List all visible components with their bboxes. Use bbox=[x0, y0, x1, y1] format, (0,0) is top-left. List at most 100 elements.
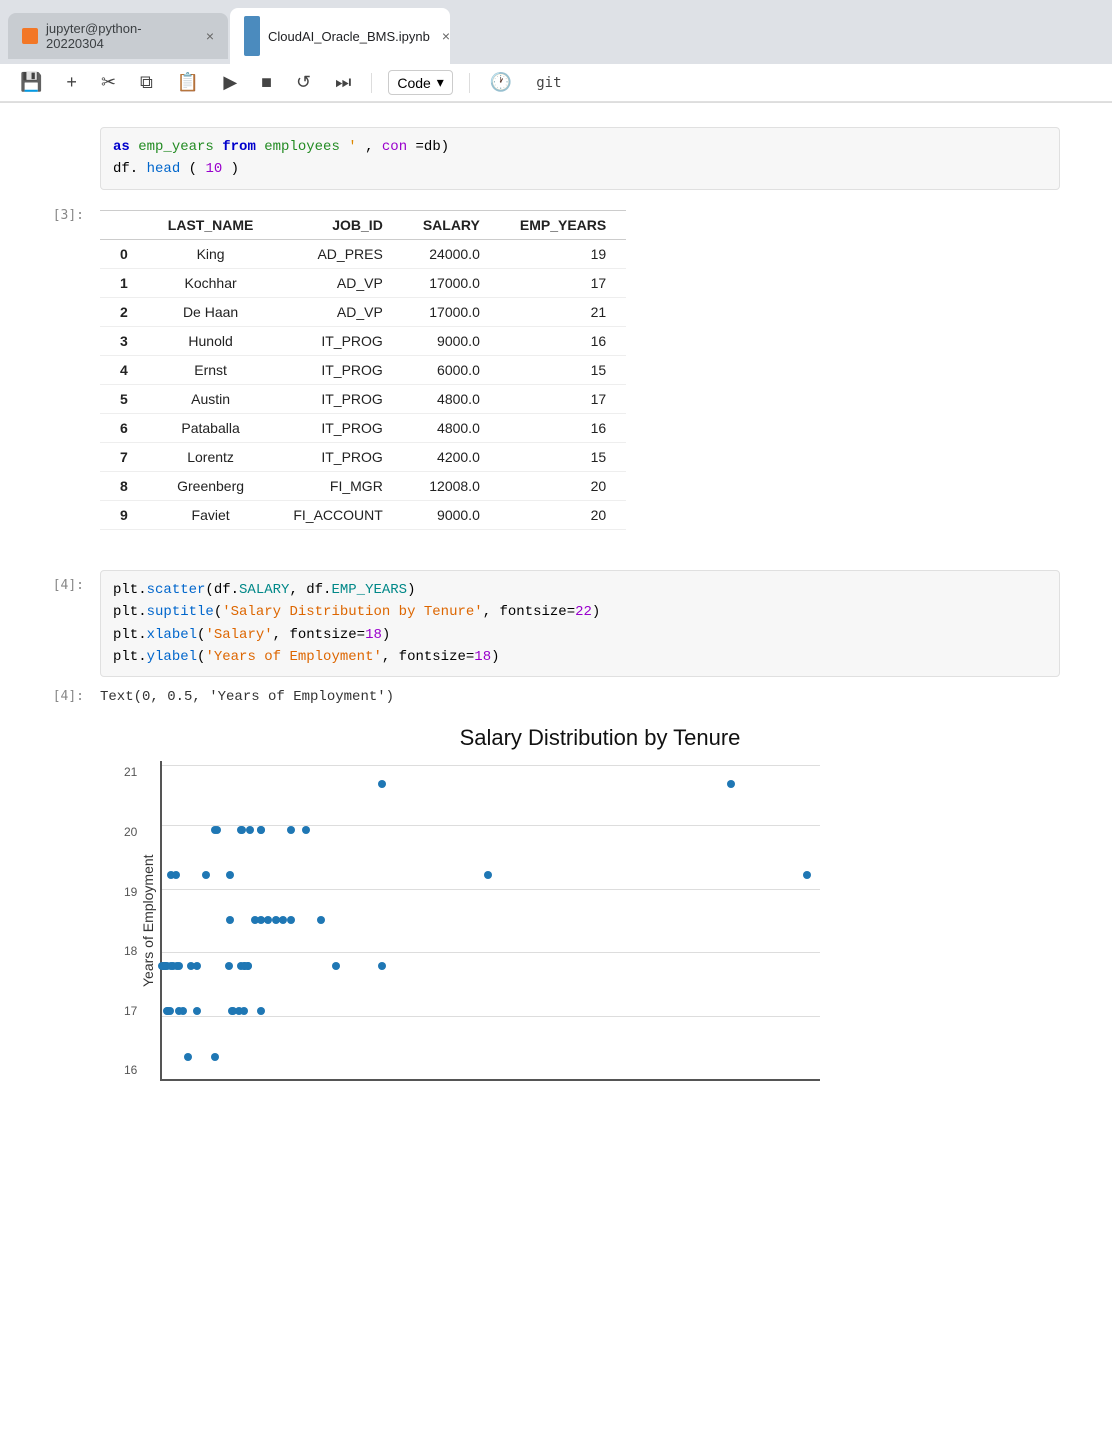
cell-7-0: 7 bbox=[100, 442, 148, 471]
scatter-dot bbox=[257, 916, 265, 924]
cut-button[interactable]: ✂ bbox=[97, 70, 120, 95]
scatter-dot bbox=[378, 780, 386, 788]
plt-4: plt. bbox=[113, 649, 147, 665]
run-button[interactable]: ▶ bbox=[219, 70, 241, 95]
code4-line-4: plt.ylabel('Years of Employment', fontsi… bbox=[113, 646, 1047, 668]
code4-line-1: plt.scatter(df.SALARY, df.EMP_YEARS) bbox=[113, 579, 1047, 601]
col-header-index bbox=[100, 210, 148, 239]
cell-2-0: 2 bbox=[100, 297, 148, 326]
fast-forward-button[interactable]: ⏭ bbox=[331, 70, 355, 95]
restart-button[interactable]: ↺ bbox=[292, 70, 315, 95]
git-button[interactable]: git bbox=[532, 73, 565, 93]
scatter-dot bbox=[184, 1053, 192, 1061]
cell-6-3: 4800.0 bbox=[403, 413, 500, 442]
chart-title: Salary Distribution by Tenure bbox=[140, 725, 1060, 751]
cell-9-4: 20 bbox=[500, 500, 626, 529]
cell-5-4: 17 bbox=[500, 384, 626, 413]
cell-chart-number bbox=[0, 717, 100, 721]
copy-button[interactable]: ⧉ bbox=[136, 70, 157, 95]
tab-jupyter[interactable]: jupyter@python-20220304 × bbox=[8, 13, 228, 59]
add-cell-button[interactable]: + bbox=[62, 70, 81, 95]
cell-4-output-number: [4]: bbox=[0, 685, 100, 704]
cell-8-1: Greenberg bbox=[148, 471, 274, 500]
cell-3-4: 16 bbox=[500, 326, 626, 355]
scatter-dot bbox=[179, 1007, 187, 1015]
stop-button[interactable]: ■ bbox=[257, 70, 276, 95]
cell-1-3: 17000.0 bbox=[403, 268, 500, 297]
p9: ) bbox=[382, 627, 390, 643]
p12: ) bbox=[491, 649, 499, 665]
scatter-dot bbox=[213, 826, 221, 834]
cell-4-text-output: [4]: Text(0, 0.5, 'Years of Employment') bbox=[0, 681, 1112, 713]
chart-ylabel: Years of Employment bbox=[140, 761, 156, 1081]
table-row: 0KingAD_PRES24000.019 bbox=[100, 239, 626, 268]
cell-9-0: 9 bbox=[100, 500, 148, 529]
cell-0-4: 19 bbox=[500, 239, 626, 268]
ytick-19: 19 bbox=[124, 885, 137, 899]
paste-button[interactable]: 📋 bbox=[173, 70, 203, 95]
tab-jupyter-close[interactable]: × bbox=[206, 28, 214, 44]
clock-button[interactable]: 🕐 bbox=[486, 70, 516, 95]
cell-4-0: 4 bbox=[100, 355, 148, 384]
code-paren-open: ( bbox=[189, 161, 197, 177]
p8: , fontsize= bbox=[273, 627, 365, 643]
cell-7-1: Lorentz bbox=[148, 442, 274, 471]
grid-18 bbox=[162, 952, 820, 953]
cell-4-3: 6000.0 bbox=[403, 355, 500, 384]
fontsize-18b: 18 bbox=[474, 649, 491, 665]
cell-3-code-block[interactable]: as emp_years from employees ' , con =db)… bbox=[100, 127, 1060, 190]
tab-notebook[interactable]: CloudAI_Oracle_BMS.ipynb × bbox=[230, 8, 450, 64]
cell-3-table-content: LAST_NAME JOB_ID SALARY EMP_YEARS 0KingA… bbox=[100, 202, 1060, 538]
scatter-dot bbox=[163, 1007, 171, 1015]
cell-1-4: 17 bbox=[500, 268, 626, 297]
notebook: as emp_years from employees ' , con =db)… bbox=[0, 103, 1112, 1105]
save-button[interactable]: 💾 bbox=[16, 70, 46, 95]
code-df: df. bbox=[113, 161, 138, 177]
cell-5-2: IT_PROG bbox=[273, 384, 402, 413]
ytick-20: 20 bbox=[124, 825, 137, 839]
scatter-plot bbox=[160, 761, 820, 1081]
suptitle-str: 'Salary Distribution by Tenure' bbox=[222, 604, 482, 620]
table-row: 2De HaanAD_VP17000.021 bbox=[100, 297, 626, 326]
cell-5-0: 5 bbox=[100, 384, 148, 413]
cell-6-1: Pataballa bbox=[148, 413, 274, 442]
ytick-17: 17 bbox=[124, 1004, 137, 1018]
cell-4-2: IT_PROG bbox=[273, 355, 402, 384]
scatter-dot bbox=[287, 916, 295, 924]
scatter-dot bbox=[317, 916, 325, 924]
cell-type-select[interactable]: Code ▾ bbox=[388, 70, 453, 95]
table-row: 3HunoldIT_PROG9000.016 bbox=[100, 326, 626, 355]
code-con-text: , bbox=[365, 139, 382, 155]
scatter-dot bbox=[211, 1053, 219, 1061]
chart-content: Salary Distribution by Tenure Years of E… bbox=[100, 717, 1060, 1081]
scatter-dot bbox=[175, 962, 183, 970]
cell-4-4: 15 bbox=[500, 355, 626, 384]
scatter-dot bbox=[246, 826, 254, 834]
scatter-dot bbox=[172, 871, 180, 879]
scatter-dot bbox=[202, 871, 210, 879]
p11: , fontsize= bbox=[382, 649, 474, 665]
kw-as: as bbox=[113, 139, 130, 155]
fontsize-22: 22 bbox=[575, 604, 592, 620]
col-header-empyears: EMP_YEARS bbox=[500, 210, 626, 239]
cell-1-1: Kochhar bbox=[148, 268, 274, 297]
scatter-dot bbox=[332, 962, 340, 970]
scatter-dot bbox=[225, 962, 233, 970]
cell-9-3: 9000.0 bbox=[403, 500, 500, 529]
cell-8-4: 20 bbox=[500, 471, 626, 500]
cell-2-3: 17000.0 bbox=[403, 297, 500, 326]
col-header-jobid: JOB_ID bbox=[273, 210, 402, 239]
scatter-dot bbox=[193, 1007, 201, 1015]
cell-0-2: AD_PRES bbox=[273, 239, 402, 268]
code-10-num: 10 bbox=[205, 161, 222, 177]
cell-4-code-block[interactable]: plt.scatter(df.SALARY, df.EMP_YEARS) plt… bbox=[100, 570, 1060, 678]
empyears-attr: EMP_YEARS bbox=[331, 582, 407, 598]
browser-chrome: jupyter@python-20220304 × CloudAI_Oracle… bbox=[0, 0, 1112, 103]
col-header-lastname: LAST_NAME bbox=[148, 210, 274, 239]
toolbar-divider bbox=[371, 73, 372, 93]
toolbar: 💾 + ✂ ⧉ 📋 ▶ ■ ↺ ⏭ Code ▾ 🕐 git bbox=[0, 64, 1112, 102]
chart-wrap: Years of Employment 16 17 18 19 20 21 bbox=[140, 761, 1060, 1081]
tab-notebook-close[interactable]: × bbox=[442, 28, 450, 44]
tab-bar: jupyter@python-20220304 × CloudAI_Oracle… bbox=[0, 0, 1112, 64]
ylabel-str: 'Years of Employment' bbox=[205, 649, 381, 665]
